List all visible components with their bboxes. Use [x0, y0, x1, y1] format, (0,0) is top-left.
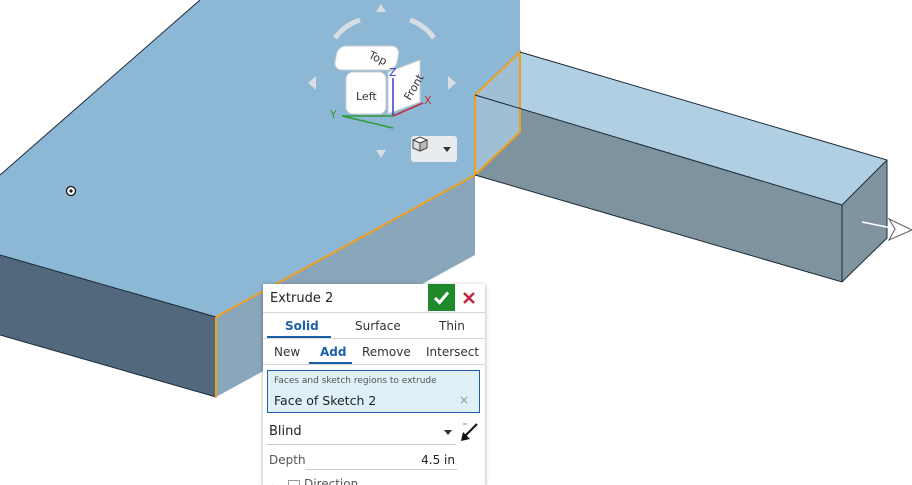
origin-marker-dot — [69, 189, 73, 193]
selection-hint: Faces and sketch regions to extrude — [274, 376, 437, 386]
direction-checkbox[interactable] — [288, 480, 300, 485]
operation-row-bottom — [263, 364, 485, 365]
direction-label: Direction — [304, 477, 359, 485]
depth-value[interactable]: 4.5 in — [421, 453, 455, 467]
x-axis-label: X — [424, 94, 432, 107]
checkmark-icon — [433, 291, 450, 305]
tab-thin[interactable]: Thin — [439, 319, 465, 333]
op-new[interactable]: New — [274, 345, 300, 359]
cube-view-icon — [411, 136, 429, 152]
selection-field[interactable]: Faces and sketch regions to extrude Face… — [267, 370, 480, 413]
end-type-select[interactable]: Blind — [269, 424, 302, 439]
view-options-button[interactable] — [411, 136, 457, 162]
extrude-dialog: Extrude 2 Solid Surface Thin New Add Rem… — [263, 284, 485, 485]
chevron-down-icon[interactable] — [444, 430, 452, 435]
op-intersect[interactable]: Intersect — [426, 345, 479, 359]
op-add[interactable]: Add — [320, 345, 346, 359]
depth-label: Depth — [269, 453, 306, 467]
selection-value[interactable]: Face of Sketch 2 — [274, 393, 376, 408]
chevron-down-icon — [443, 147, 451, 152]
op-remove[interactable]: Remove — [362, 345, 411, 359]
flip-direction-icon[interactable] — [459, 421, 481, 443]
dialog-title: Extrude 2 — [270, 291, 334, 306]
tab-surface[interactable]: Surface — [355, 319, 401, 333]
operation-row — [263, 338, 485, 339]
chevron-right-icon[interactable]: › — [271, 480, 275, 485]
clear-selection-icon[interactable]: × — [459, 393, 469, 407]
z-axis-label: Z — [389, 66, 397, 79]
end-type-underline — [267, 444, 456, 445]
accept-button[interactable] — [428, 284, 455, 311]
cancel-button[interactable] — [459, 288, 479, 308]
close-icon — [463, 292, 475, 304]
y-axis-label: Y — [329, 108, 337, 121]
cube-face-left[interactable]: Left — [356, 90, 377, 103]
tab-solid[interactable]: Solid — [285, 319, 319, 333]
body-type-row — [263, 312, 485, 313]
